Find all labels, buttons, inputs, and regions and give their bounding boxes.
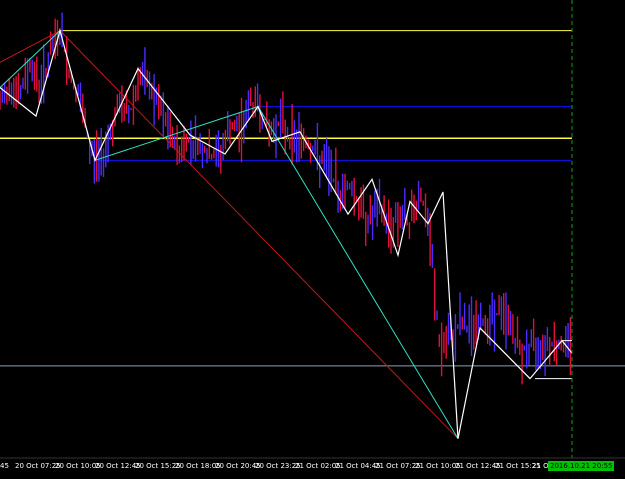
time-tick-label: 20 Oct 10:05 (55, 462, 101, 470)
time-tick-label: 45 (0, 462, 9, 470)
time-tick-label: 20 Oct 07:25 (15, 462, 61, 470)
time-tick-label: 21 Oct 04:45 (335, 462, 381, 470)
zigzag-line (0, 28, 573, 439)
time-tick-label: 20 Oct 20:45 (215, 462, 261, 470)
fib-line-d (257, 106, 459, 439)
current-time-badge: 2016.10.21 20:55 (548, 461, 615, 471)
time-tick-label: 21 Oct 10:05 (415, 462, 461, 470)
time-tick-label: 20 Oct 15:25 (135, 462, 181, 470)
time-tick-label: 21 Oct 02:05 (295, 462, 341, 470)
time-tick-label: 20 Oct 18:05 (175, 462, 221, 470)
price-chart[interactable] (0, 0, 625, 479)
fib-line-a (0, 30, 61, 88)
time-tick-label: 21 Oct 07:25 (375, 462, 421, 470)
time-tick-label: 21 Oct 12:45 (455, 462, 501, 470)
chart-window[interactable]: 45 20 Oct 07:25 20 Oct 10:05 20 Oct 12:45 20… (0, 0, 625, 479)
time-tick-label: 20 Oct 23:25 (255, 462, 301, 470)
time-tick-label: 20 Oct 12:45 (95, 462, 141, 470)
